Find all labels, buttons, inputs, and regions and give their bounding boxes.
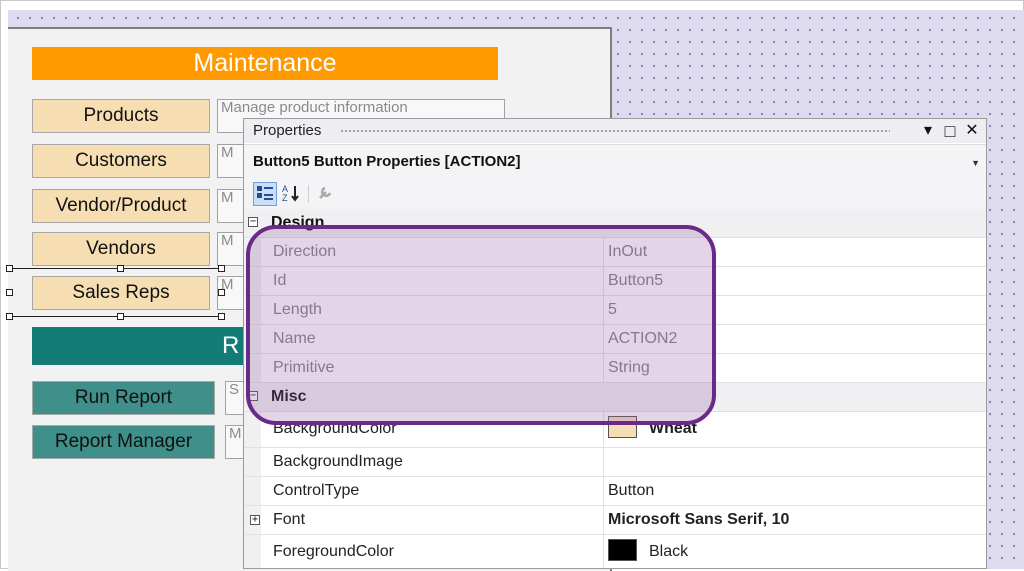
toolbar-divider — [308, 185, 309, 203]
object-selector-text: Button5 Button Properties [ACTION2] — [253, 153, 521, 170]
column-divider — [603, 238, 604, 266]
collapse-icon[interactable]: − — [248, 391, 258, 401]
property-row-backgroundcolor[interactable]: BackgroundColor Wheat — [244, 412, 986, 448]
column-divider — [603, 506, 604, 534]
customers-button[interactable]: Customers — [32, 144, 210, 178]
property-value: Microsoft Sans Serif, 10 — [608, 511, 790, 528]
property-value: String — [608, 359, 650, 376]
report-manager-button[interactable]: Report Manager — [32, 425, 215, 459]
resize-handle-se[interactable] — [218, 313, 225, 320]
column-divider — [603, 477, 604, 505]
column-divider — [603, 325, 604, 353]
alphabetical-sort-icon[interactable]: A Z — [280, 182, 304, 206]
property-label: Name — [273, 330, 316, 347]
property-label: Id — [273, 272, 287, 289]
resize-handle-sw[interactable] — [6, 313, 13, 320]
category-design[interactable]: − Design — [244, 209, 986, 238]
column-divider — [603, 296, 604, 324]
sales-reps-button[interactable]: Sales Reps — [32, 276, 210, 310]
vendors-button[interactable]: Vendors — [32, 232, 210, 266]
column-divider — [603, 535, 604, 568]
property-row-foregroundcolor[interactable]: ForegroundColor Black — [244, 535, 986, 568]
property-pages-icon[interactable] — [314, 182, 338, 206]
property-label: Primitive — [273, 359, 335, 376]
resize-handle-n[interactable] — [117, 265, 124, 272]
property-row-font[interactable]: + Font Microsoft Sans Serif, 10 — [244, 506, 986, 535]
column-divider — [603, 267, 604, 295]
property-value: InOut — [608, 243, 648, 260]
properties-title-bar[interactable]: Properties ▾ □ ✕ — [244, 119, 986, 143]
property-row-backgroundimage[interactable]: BackgroundImage — [244, 448, 986, 477]
category-label: Design — [271, 214, 325, 231]
resize-handle-w[interactable] — [6, 289, 13, 296]
property-value: 5 — [608, 301, 617, 318]
property-label: BackgroundImage — [273, 453, 403, 470]
property-value: Button — [608, 482, 655, 499]
resize-handle-s[interactable] — [117, 313, 124, 320]
properties-panel: Properties ▾ □ ✕ Button5 Button Properti… — [243, 118, 987, 569]
column-divider — [603, 354, 604, 382]
category-label: Misc — [271, 388, 307, 405]
categorized-view-icon[interactable] — [253, 182, 277, 206]
products-button[interactable]: Products — [32, 99, 210, 133]
maximize-icon[interactable]: □ — [940, 119, 960, 143]
property-row-length[interactable]: Length 5 — [244, 296, 986, 325]
property-label: ControlType — [273, 482, 360, 499]
column-divider — [603, 448, 604, 476]
run-report-button[interactable]: Run Report — [32, 381, 215, 415]
properties-toolbar: A Z — [244, 179, 986, 209]
property-row-controltype[interactable]: ControlType Button — [244, 477, 986, 506]
property-label: Length — [273, 301, 322, 318]
property-row-direction[interactable]: Direction InOut — [244, 238, 986, 267]
color-name: Wheat — [649, 420, 697, 437]
property-label: ForegroundColor — [273, 543, 394, 560]
reports-banner-title: R — [222, 332, 240, 359]
property-label: Font — [273, 511, 306, 528]
category-misc[interactable]: − Misc — [244, 383, 986, 412]
chevron-down-icon[interactable]: ▼ — [971, 146, 980, 180]
expand-icon[interactable]: + — [250, 515, 260, 525]
property-row-name[interactable]: Name ACTION2 — [244, 325, 986, 354]
property-value: ACTION2 — [608, 330, 678, 347]
property-value: Button5 — [608, 272, 664, 289]
vendor-product-button[interactable]: Vendor/Product — [32, 189, 210, 223]
resize-handle-ne[interactable] — [218, 265, 225, 272]
close-icon[interactable]: ✕ — [962, 119, 982, 143]
object-selector[interactable]: Button5 Button Properties [ACTION2] ▼ — [244, 144, 986, 180]
svg-text:Z: Z — [282, 193, 288, 203]
property-label: BackgroundColor — [273, 420, 397, 437]
property-value: Wheat — [608, 412, 697, 446]
color-swatch — [608, 416, 637, 439]
dropdown-icon[interactable]: ▾ — [918, 119, 938, 143]
properties-title: Properties — [253, 122, 322, 139]
column-divider — [603, 412, 604, 447]
resize-handle-nw[interactable] — [6, 265, 13, 272]
collapse-icon[interactable]: − — [248, 217, 258, 227]
property-label: Direction — [273, 243, 337, 260]
resize-handle-e[interactable] — [218, 289, 225, 296]
property-row-primitive[interactable]: Primitive String — [244, 354, 986, 383]
property-row-id[interactable]: Id Button5 — [244, 267, 986, 296]
maintenance-banner: Maintenance — [32, 47, 498, 80]
property-grid: − Design Direction InOut Id Button5 Leng… — [244, 209, 986, 568]
title-grip — [340, 129, 890, 134]
property-value: Black — [608, 535, 689, 568]
color-swatch — [608, 539, 637, 562]
color-name: Black — [649, 543, 689, 560]
